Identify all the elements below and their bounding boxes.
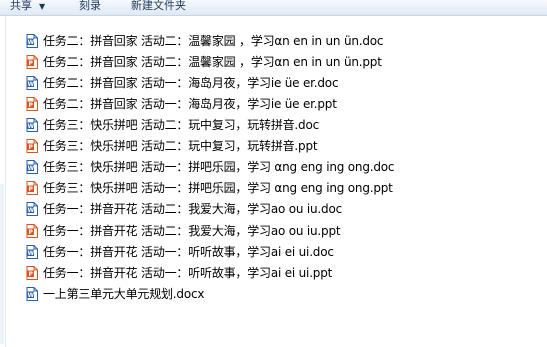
file-item[interactable]: P 任务二：拼音回家 活动二：温馨家园 ，学习αn en in un ün.ppt <box>26 52 382 72</box>
file-item[interactable]: W 任务一：拼音开花 活动二：我爱大海，学习ao ou iu.doc <box>26 199 342 219</box>
svg-text:P: P <box>29 144 34 151</box>
file-name: 任务一：拼音开花 活动一：听听故事，学习ai ei ui.ppt <box>43 266 333 280</box>
word-doc-icon: W <box>26 118 38 132</box>
file-name: 一上第三单元大单元规划.docx <box>43 287 205 301</box>
svg-text:W: W <box>27 207 34 214</box>
file-item[interactable]: W 任务二：拼音回家 活动一：海岛月夜，学习ie üe er.doc <box>26 73 339 93</box>
powerpoint-icon: P <box>26 224 38 238</box>
file-item[interactable]: W 任务一：拼音开花 活动一：听听故事，学习ai ei ui.doc <box>26 242 334 262</box>
share-button[interactable]: 共享 <box>10 0 32 14</box>
file-item[interactable]: W 任务二：拼音回家 活动二：温馨家园 ，学习αn en in un ün.doc <box>26 31 384 51</box>
file-name: 任务二：拼音回家 活动二：温馨家园 ，学习αn en in un ün.doc <box>43 34 384 48</box>
file-name: 任务一：拼音开花 活动二：我爱大海，学习ao ou iu.ppt <box>43 224 341 238</box>
svg-text:P: P <box>29 102 34 109</box>
chevron-down-icon[interactable]: ▼ <box>39 2 45 12</box>
file-name: 任务三：快乐拼吧 活动一：拼吧乐园，学习 αng eng ing ong.ppt <box>43 181 393 195</box>
file-item[interactable]: P 任务一：拼音开花 活动一：听听故事，学习ai ei ui.ppt <box>26 263 332 283</box>
powerpoint-icon: P <box>26 266 38 280</box>
file-item[interactable]: P 任务一：拼音开花 活动二：我爱大海，学习ao ou iu.ppt <box>26 221 341 241</box>
file-name: 任务一：拼音开花 活动一：听听故事，学习ai ei ui.doc <box>43 245 334 259</box>
explorer-window: 共享 ▼ 刻录 新建文件夹 W 任务二：拼音回家 活动二：温馨家园 ，学习αn e… <box>0 0 547 347</box>
file-item[interactable]: W 一上第三单元大单元规划.docx <box>26 284 204 304</box>
file-item[interactable]: W 任务三：快乐拼吧 活动二：玩中复习，玩转拼音.doc <box>26 115 319 135</box>
svg-text:W: W <box>27 250 34 257</box>
file-name: 任务一：拼音开花 活动二：我爱大海，学习ao ou iu.doc <box>43 202 342 216</box>
file-name: 任务二：拼音回家 活动一：海岛月夜，学习ie üe er.ppt <box>43 97 337 111</box>
svg-text:P: P <box>29 186 34 193</box>
svg-text:P: P <box>29 229 34 236</box>
file-list: W 任务二：拼音回家 活动二：温馨家园 ，学习αn en in un ün.doc… <box>0 16 547 347</box>
svg-text:W: W <box>27 292 34 299</box>
file-name: 任务三：快乐拼吧 活动二：玩中复习，玩转拼音.doc <box>43 118 319 132</box>
file-name: 任务三：快乐拼吧 活动二：玩中复习，玩转拼音.ppt <box>43 139 318 153</box>
powerpoint-icon: P <box>26 181 38 195</box>
file-item[interactable]: P 任务三：快乐拼吧 活动一：拼吧乐园，学习 αng eng ing ong.pp… <box>26 178 393 198</box>
word-doc-icon: W <box>26 76 38 90</box>
svg-text:P: P <box>29 271 34 278</box>
svg-text:W: W <box>27 39 34 46</box>
file-item[interactable]: P 任务二：拼音回家 活动一：海岛月夜，学习ie üe er.ppt <box>26 94 337 114</box>
word-doc-icon: W <box>26 245 38 259</box>
new-folder-button[interactable]: 新建文件夹 <box>131 0 186 14</box>
word-doc-icon: W <box>26 34 38 48</box>
file-name: 任务二：拼音回家 活动一：海岛月夜，学习ie üe er.doc <box>43 76 339 90</box>
word-doc-icon: W <box>26 202 38 216</box>
file-item[interactable]: P 任务三：快乐拼吧 活动二：玩中复习，玩转拼音.ppt <box>26 136 318 156</box>
file-name: 任务三：快乐拼吧 活动一：拼吧乐园，学习 αng eng ing ong.doc <box>43 160 395 174</box>
powerpoint-icon: P <box>26 97 38 111</box>
word-doc-icon: W <box>26 160 38 174</box>
burn-button[interactable]: 刻录 <box>79 0 101 14</box>
word-docx-icon: W <box>26 287 38 301</box>
file-name: 任务二：拼音回家 活动二：温馨家园 ，学习αn en in un ün.ppt <box>43 55 382 69</box>
command-bar: 共享 ▼ 刻录 新建文件夹 <box>0 0 547 16</box>
powerpoint-icon: P <box>26 139 38 153</box>
svg-text:W: W <box>27 165 34 172</box>
svg-text:P: P <box>29 60 34 67</box>
svg-text:W: W <box>27 81 34 88</box>
svg-text:W: W <box>27 123 34 130</box>
file-item[interactable]: W 任务三：快乐拼吧 活动一：拼吧乐园，学习 αng eng ing ong.do… <box>26 157 395 177</box>
powerpoint-icon: P <box>26 55 38 69</box>
